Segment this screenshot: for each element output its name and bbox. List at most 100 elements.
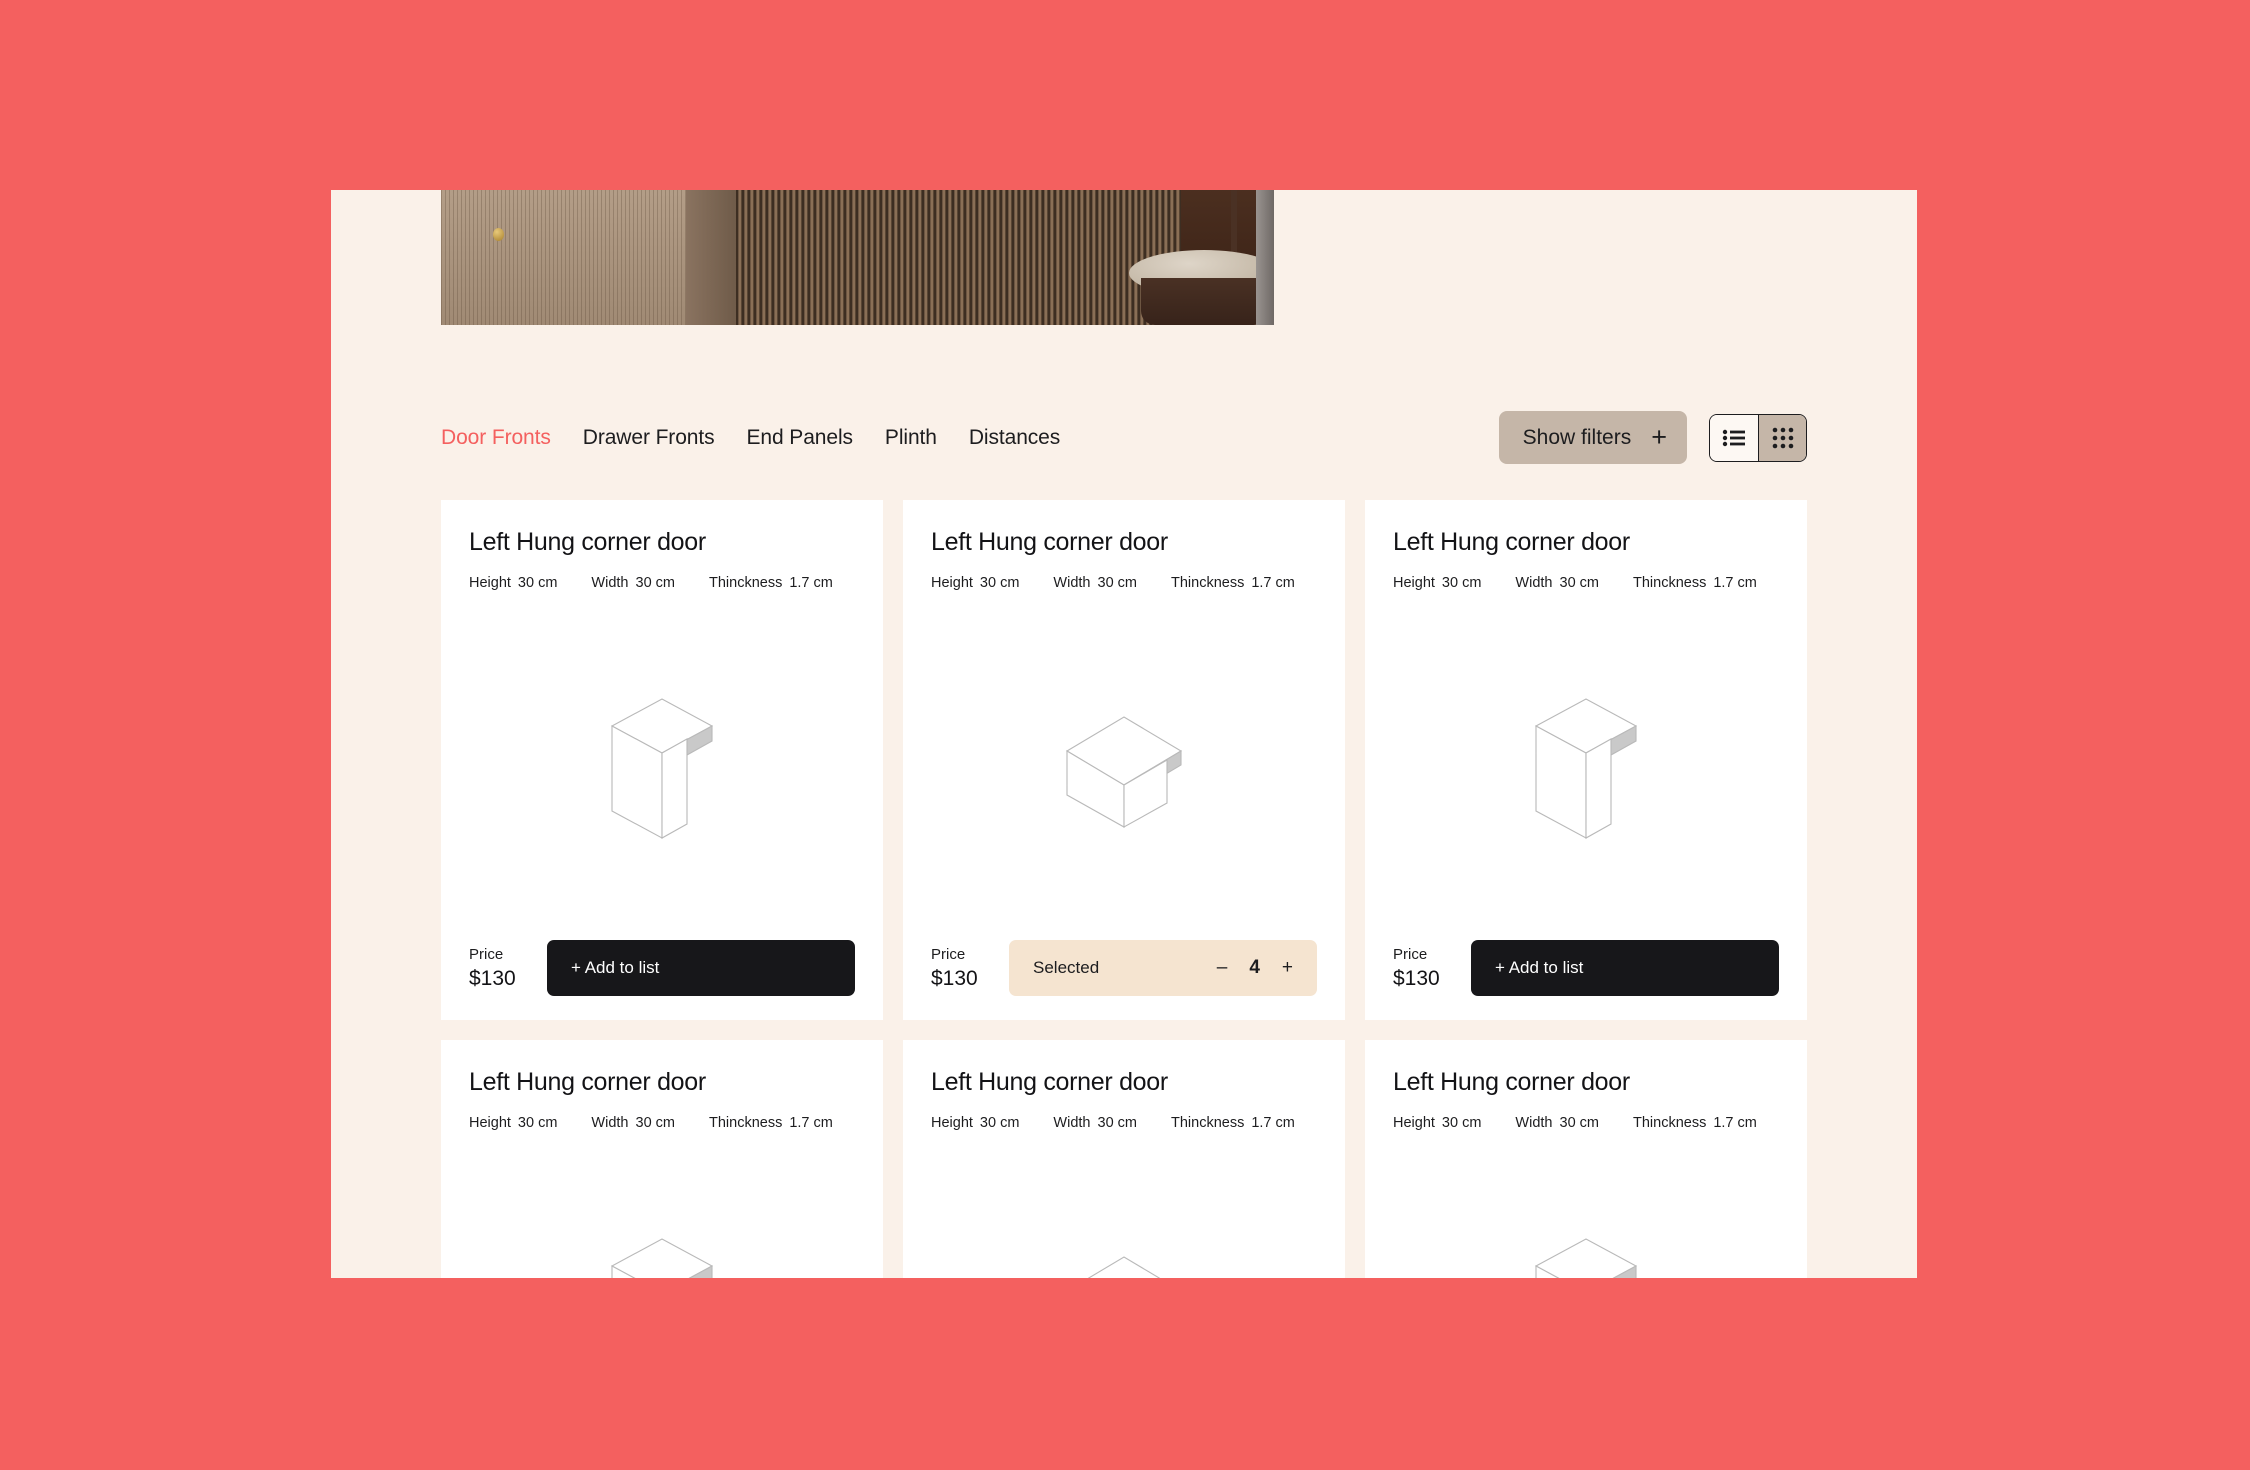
spec-value: 1.7 cm [1251, 575, 1295, 591]
product-specs: Height 30 cm Width 30 cm Thinckness 1.7 … [469, 575, 855, 591]
tab-plinth[interactable]: Plinth [885, 426, 937, 450]
spec-value: 1.7 cm [1713, 575, 1757, 591]
toolbar-controls: Show filters + [1498, 411, 1807, 464]
spec-key: Width [1053, 1115, 1091, 1131]
spec-thickness: Thinckness 1.7 cm [1171, 1115, 1295, 1131]
price-block: Price $130 [469, 946, 525, 991]
spec-value: 30 cm [517, 1115, 558, 1131]
product-card[interactable]: Left Hung corner door Height 30 cm Width… [1365, 500, 1807, 1020]
spec-value: 30 cm [517, 575, 558, 591]
add-to-list-button[interactable]: + Add to list [547, 940, 855, 996]
product-card[interactable]: Left Hung corner door Height 30 cm Width… [1365, 1040, 1807, 1278]
product-title: Left Hung corner door [469, 528, 706, 556]
product-title: Left Hung corner door [931, 1068, 1168, 1096]
spec-height: Height 30 cm [469, 575, 557, 591]
spec-key: Height [931, 575, 973, 591]
price-label: Price [469, 945, 504, 963]
increment-button[interactable]: + [1282, 957, 1293, 979]
spec-height: Height 30 cm [469, 1115, 557, 1131]
corner-door-wide-icon [1087, 1256, 1161, 1278]
card-footer: Price $130 Selected – 4 + [931, 940, 1317, 996]
product-card[interactable]: Left Hung corner door Height 30 cm Width… [441, 1040, 883, 1278]
price-label: Price [931, 945, 966, 963]
door-frame [1256, 190, 1274, 325]
spec-value: 1.7 cm [1251, 1115, 1295, 1131]
product-title: Left Hung corner door [1393, 1068, 1630, 1096]
list-view-icon [1722, 429, 1745, 446]
spec-key: Width [1053, 575, 1091, 591]
corner-door-wide-icon [1065, 716, 1183, 828]
spec-thickness: Thinckness 1.7 cm [1171, 575, 1295, 591]
spec-key: Thinckness [1171, 575, 1245, 591]
quantity-stepper: – 4 + [1217, 957, 1293, 979]
product-card[interactable]: Left Hung corner door Height 30 cm Width… [903, 500, 1345, 1020]
spec-value: 30 cm [1441, 1115, 1482, 1131]
spec-key: Height [469, 1115, 511, 1131]
decrement-button[interactable]: – [1217, 957, 1228, 979]
spec-key: Height [1393, 1115, 1435, 1131]
add-to-list-button[interactable]: + Add to list [1471, 940, 1779, 996]
spec-key: Width [1515, 575, 1553, 591]
tab-end-panels[interactable]: End Panels [747, 426, 854, 450]
product-title: Left Hung corner door [469, 1068, 706, 1096]
price-value: $130 [1393, 966, 1440, 990]
spec-height: Height 30 cm [931, 1115, 1019, 1131]
corner-door-tall-icon [610, 697, 714, 839]
price-value: $130 [931, 966, 978, 990]
tab-door-fronts[interactable]: Door Fronts [441, 426, 551, 450]
cabinet-wood-left [441, 190, 686, 325]
price-block: Price $130 [931, 946, 987, 991]
selected-pill[interactable]: Selected – 4 + [1009, 940, 1317, 996]
price-value: $130 [469, 966, 516, 990]
spec-value: 30 cm [1097, 1115, 1138, 1131]
spec-value: 30 cm [635, 1115, 676, 1131]
tab-drawer-fronts[interactable]: Drawer Fronts [583, 426, 715, 450]
product-title: Left Hung corner door [1393, 528, 1630, 556]
spec-key: Height [931, 1115, 973, 1131]
spec-value: 30 cm [1559, 575, 1600, 591]
tab-distances[interactable]: Distances [969, 426, 1060, 450]
product-illustration [469, 591, 855, 940]
spec-value: 30 cm [1559, 1115, 1600, 1131]
spec-key: Height [469, 575, 511, 591]
spec-key: Width [591, 575, 629, 591]
spec-thickness: Thinckness 1.7 cm [709, 575, 833, 591]
spec-value: 30 cm [1441, 575, 1482, 591]
grid-view-icon [1772, 427, 1793, 448]
category-toolbar: Door Fronts Drawer Fronts End Panels Pli… [331, 411, 1917, 464]
product-card[interactable]: Left Hung corner door Height 30 cm Width… [441, 500, 883, 1020]
product-title: Left Hung corner door [931, 528, 1168, 556]
show-filters-label: Show filters [1522, 425, 1632, 449]
spec-key: Thinckness [709, 1115, 783, 1131]
category-tabs: Door Fronts Drawer Fronts End Panels Pli… [441, 426, 1060, 450]
price-label: Price [1393, 945, 1428, 963]
spec-value: 30 cm [1097, 575, 1138, 591]
product-illustration [1393, 1131, 1779, 1278]
fluted-panel [736, 190, 1126, 325]
cabinet-knob [493, 228, 504, 241]
spec-key: Height [1393, 575, 1435, 591]
product-specs: Height 30 cm Width 30 cm Thinckness 1.7 … [1393, 575, 1779, 591]
grid-view-button[interactable] [1758, 414, 1806, 461]
spec-height: Height 30 cm [1393, 1115, 1481, 1131]
list-view-button[interactable] [1710, 414, 1758, 461]
show-filters-button[interactable]: Show filters + [1498, 411, 1687, 464]
product-card[interactable]: Left Hung corner door Height 30 cm Width… [903, 1040, 1345, 1278]
spec-value: 30 cm [635, 575, 676, 591]
view-toggle [1709, 413, 1807, 462]
spec-width: Width 30 cm [591, 1115, 675, 1131]
product-specs: Height 30 cm Width 30 cm Thinckness 1.7 … [931, 575, 1317, 591]
spec-key: Thinckness [1633, 575, 1707, 591]
spec-value: 30 cm [979, 1115, 1020, 1131]
spec-height: Height 30 cm [931, 575, 1019, 591]
price-block: Price $130 [1393, 946, 1449, 991]
spec-key: Width [1515, 1115, 1553, 1131]
hero-photo [441, 190, 1274, 325]
spec-key: Width [591, 1115, 629, 1131]
spec-value: 1.7 cm [789, 1115, 833, 1131]
spec-key: Thinckness [1633, 1115, 1707, 1131]
spec-key: Thinckness [1171, 1115, 1245, 1131]
spec-value: 1.7 cm [789, 575, 833, 591]
product-illustration [469, 1131, 855, 1278]
spec-width: Width 30 cm [591, 575, 675, 591]
